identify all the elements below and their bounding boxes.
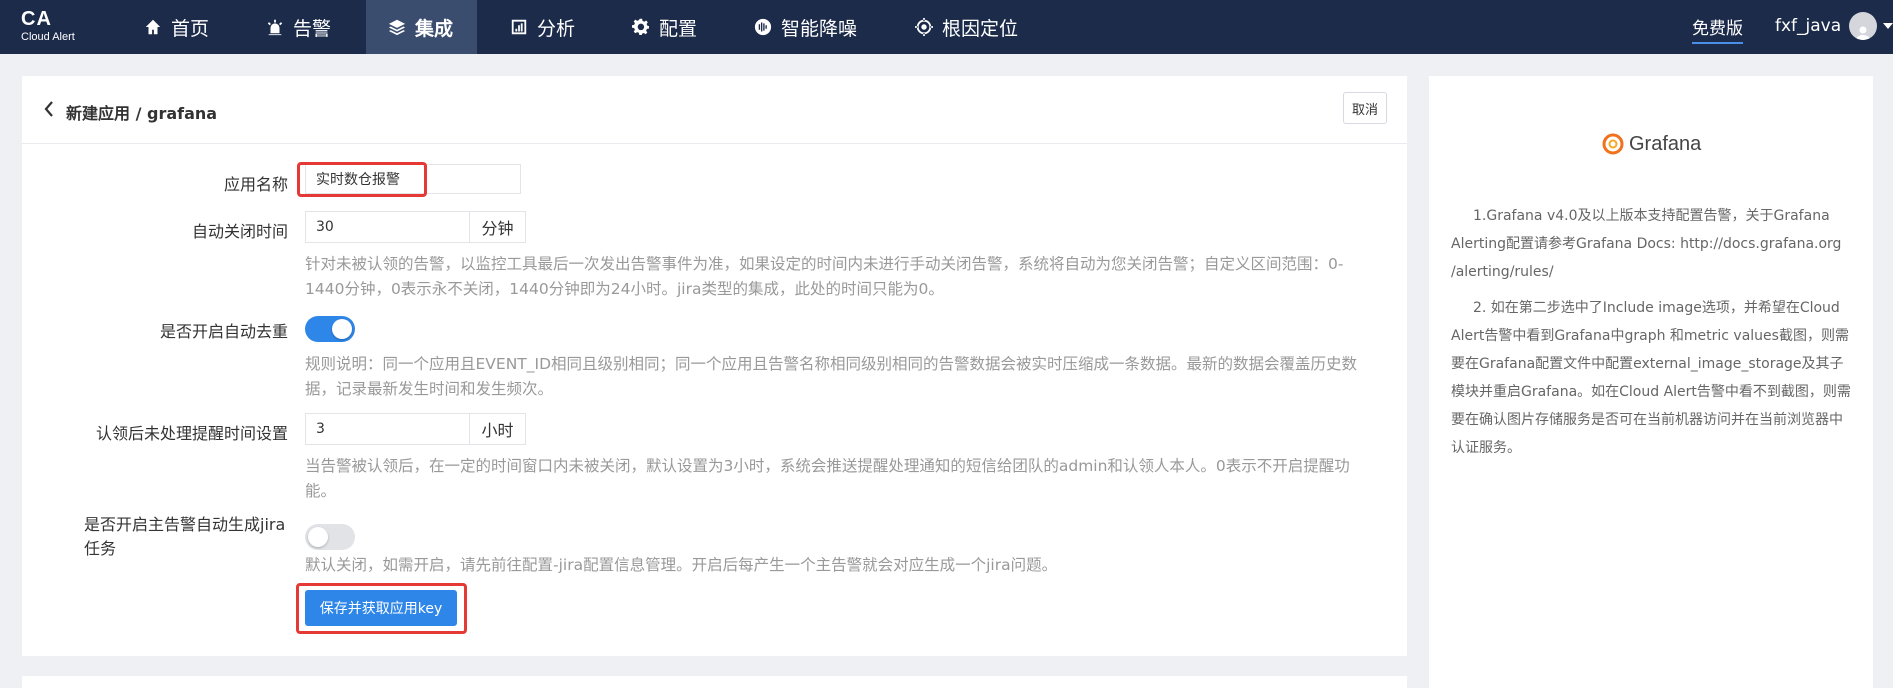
nav-item-label: 首页 xyxy=(171,17,210,40)
nav-item-root-cause[interactable]: 根因定位 xyxy=(893,0,1043,54)
target-icon xyxy=(915,18,933,36)
nav-item-integration[interactable]: 集成 xyxy=(366,0,477,54)
nav-item-label: 集成 xyxy=(415,17,454,40)
chevron-down-icon xyxy=(1883,23,1893,29)
layers-icon xyxy=(388,19,406,36)
remind-input[interactable]: 3 xyxy=(305,413,470,445)
dedup-toggle[interactable] xyxy=(305,316,355,342)
jira-help: 默认关闭，如需开启，请先前往配置-jira配置信息管理。开启后每产生一个主告警就… xyxy=(305,556,1058,574)
nav-item-label: 智能降噪 xyxy=(781,17,858,40)
help-panel: Grafana 1.Grafana v4.0及以上版本支持配置告警，关于Graf… xyxy=(1429,76,1873,688)
nav-item-noise-reduction[interactable]: 智能降噪 xyxy=(732,0,882,54)
help-paragraph-2: 2. 如在第二步选中了Include image选项，并希望在Cloud Ale… xyxy=(1451,294,1851,462)
breadcrumb: 新建应用 / grafana xyxy=(66,104,218,123)
dedup-help: 规则说明：同一个应用且EVENT_ID相同且级别相同；同一个应用且告警名称相同级… xyxy=(305,355,1358,398)
logo-subtitle: Cloud Alert xyxy=(21,31,75,43)
nav-item-alarm[interactable]: 告警 xyxy=(244,0,364,54)
auto-close-input[interactable]: 30 xyxy=(305,211,470,243)
form-panel: 新建应用 / grafana 取消 应用名称 实时数仓报警 自动关闭时间 30 … xyxy=(22,76,1407,656)
free-version-link[interactable]: 免费版 xyxy=(1692,14,1743,44)
user-icon xyxy=(1856,26,1871,40)
nav-item-analysis[interactable]: 分析 xyxy=(488,0,598,54)
nav-item-home[interactable]: 首页 xyxy=(122,0,232,54)
highlight-box xyxy=(297,162,427,197)
help-text: 1.Grafana v4.0及以上版本支持配置告警，关于Grafana Aler… xyxy=(1451,208,1842,280)
dedup-label: 是否开启自动去重 xyxy=(159,322,288,341)
auto-close-help: 针对未被认领的告警，以监控工具最后一次发出告警事件为准，如果设定的时间内未进行手… xyxy=(305,255,1344,298)
chevron-left-icon[interactable] xyxy=(42,100,56,118)
noise-icon xyxy=(754,18,772,36)
nav-item-label: 根因定位 xyxy=(942,17,1019,40)
jira-toggle[interactable] xyxy=(305,524,355,550)
toggle-knob xyxy=(332,319,352,339)
grafana-icon xyxy=(1602,133,1624,155)
highlight-box xyxy=(296,583,467,634)
grafana-brand-name: Grafana xyxy=(1629,132,1702,155)
remind-label: 认领后未处理提醒时间设置 xyxy=(95,424,288,443)
grafana-logo: Grafana xyxy=(1601,132,1701,156)
remind-help: 当告警被认领后，在一定的时间窗口内未被关闭，默认设置为3小时，系统会推送提醒处理… xyxy=(305,457,1350,500)
help-text: 2. 如在第二步选中了Include image选项，并希望在Cloud Ale… xyxy=(1451,300,1851,456)
toggle-knob xyxy=(308,527,328,547)
app-name-label: 应用名称 xyxy=(223,175,288,194)
nav-item-label: 告警 xyxy=(293,17,332,40)
chart-icon xyxy=(511,19,527,35)
nav-item-label: 配置 xyxy=(659,17,698,40)
nav-item-label: 分析 xyxy=(537,17,576,40)
panel-header: 新建应用 / grafana 取消 xyxy=(22,76,1407,144)
logo-title: CA xyxy=(21,8,52,30)
username: fxf_java xyxy=(1775,16,1842,36)
logo[interactable]: CA Cloud Alert xyxy=(21,8,91,44)
auto-close-label: 自动关闭时间 xyxy=(191,222,288,241)
home-icon xyxy=(145,19,161,35)
top-navbar: CA Cloud Alert 首页 告警 集成 分析 配置 智能降噪 根因定位 … xyxy=(0,0,1893,54)
jira-label: 是否开启主告警自动生成jira任务 xyxy=(84,515,286,558)
cancel-button[interactable]: 取消 xyxy=(1343,92,1387,124)
user-menu[interactable]: fxf_java xyxy=(1775,12,1893,40)
next-section-panel xyxy=(22,676,1407,688)
nav-item-config[interactable]: 配置 xyxy=(610,0,720,54)
alarm-icon xyxy=(267,19,283,36)
avatar xyxy=(1849,12,1878,40)
help-paragraph-1: 1.Grafana v4.0及以上版本支持配置告警，关于Grafana Aler… xyxy=(1451,202,1851,286)
gear-icon xyxy=(632,18,650,36)
auto-close-unit: 分钟 xyxy=(470,211,526,243)
remind-unit: 小时 xyxy=(470,413,526,445)
